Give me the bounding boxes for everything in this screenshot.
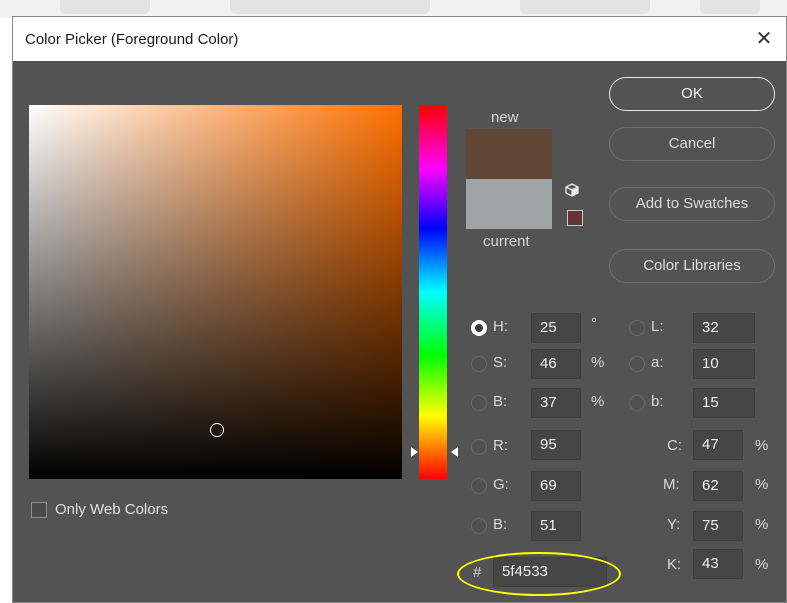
- field-marker[interactable]: [210, 423, 224, 437]
- only-web-colors-checkbox[interactable]: [31, 502, 47, 518]
- green-label: G:: [493, 476, 509, 493]
- cube-icon[interactable]: [565, 183, 579, 197]
- hue-label: H:: [493, 318, 508, 335]
- background-shape: [520, 0, 650, 14]
- magenta-unit: %: [755, 476, 769, 493]
- saturation-brightness-field[interactable]: [29, 105, 402, 479]
- hue-slider-right-arrow[interactable]: [451, 447, 458, 457]
- close-icon[interactable]: ✕: [752, 25, 776, 53]
- cancel-button[interactable]: Cancel: [609, 127, 775, 161]
- saturation-unit: %: [591, 354, 605, 371]
- title-bar: Color Picker (Foreground Color) ✕: [13, 17, 786, 61]
- yellow-label: Y:: [667, 516, 681, 533]
- lab-a-input[interactable]: 10: [693, 349, 755, 379]
- cyan-label: C:: [667, 437, 682, 454]
- new-label: new: [491, 109, 519, 126]
- background-shape: [230, 0, 430, 14]
- lab-l-radio[interactable]: [629, 320, 645, 336]
- green-radio[interactable]: [471, 478, 487, 494]
- lab-l-label: L:: [651, 318, 664, 335]
- brightness-label: B:: [493, 393, 508, 410]
- red-input[interactable]: 95: [531, 430, 581, 460]
- hue-input[interactable]: 25: [531, 313, 581, 343]
- saturation-radio[interactable]: [471, 356, 487, 372]
- red-radio[interactable]: [471, 439, 487, 455]
- current-color-swatch[interactable]: [466, 179, 552, 229]
- add-to-swatches-button[interactable]: Add to Swatches: [609, 187, 775, 221]
- brightness-unit: %: [591, 393, 605, 410]
- websafe-color-swatch[interactable]: [567, 210, 583, 226]
- hue-radio[interactable]: [471, 320, 487, 336]
- saturation-label: S:: [493, 354, 508, 371]
- background-shape: [700, 0, 760, 14]
- current-label: current: [483, 233, 530, 250]
- only-web-colors-label[interactable]: Only Web Colors: [55, 501, 168, 518]
- black-label: K:: [667, 556, 682, 573]
- green-input[interactable]: 69: [531, 471, 581, 501]
- yellow-input[interactable]: 75: [693, 511, 743, 541]
- window-title: Color Picker (Foreground Color): [25, 31, 239, 48]
- hex-highlight-ellipse: [457, 552, 621, 596]
- saturation-input[interactable]: 46: [531, 349, 581, 379]
- magenta-label: M:: [663, 476, 680, 493]
- lab-b-input[interactable]: 15: [693, 388, 755, 418]
- blue-input[interactable]: 51: [531, 511, 581, 541]
- blue-label: B:: [493, 516, 508, 533]
- color-libraries-button[interactable]: Color Libraries: [609, 249, 775, 283]
- lab-a-label: a:: [651, 354, 664, 371]
- cyan-unit: %: [755, 437, 769, 454]
- lab-a-radio[interactable]: [629, 356, 645, 372]
- lab-l-input[interactable]: 32: [693, 313, 755, 343]
- brightness-input[interactable]: 37: [531, 388, 581, 418]
- hue-slider[interactable]: [419, 105, 447, 479]
- background-shape: [60, 0, 150, 14]
- new-color-swatch: [466, 129, 552, 179]
- black-unit: %: [755, 556, 769, 573]
- red-label: R:: [493, 437, 508, 454]
- color-picker-dialog: Color Picker (Foreground Color) ✕ new cu…: [12, 16, 787, 603]
- magenta-input[interactable]: 62: [693, 471, 743, 501]
- brightness-radio[interactable]: [471, 395, 487, 411]
- lab-b-label: b:: [651, 393, 664, 410]
- hue-slider-left-arrow[interactable]: [411, 447, 418, 457]
- cyan-input[interactable]: 47: [693, 430, 743, 460]
- black-input[interactable]: 43: [693, 549, 743, 579]
- hue-unit: °: [591, 315, 597, 332]
- ok-button[interactable]: OK: [609, 77, 775, 111]
- blue-radio[interactable]: [471, 518, 487, 534]
- yellow-unit: %: [755, 516, 769, 533]
- lab-b-radio[interactable]: [629, 395, 645, 411]
